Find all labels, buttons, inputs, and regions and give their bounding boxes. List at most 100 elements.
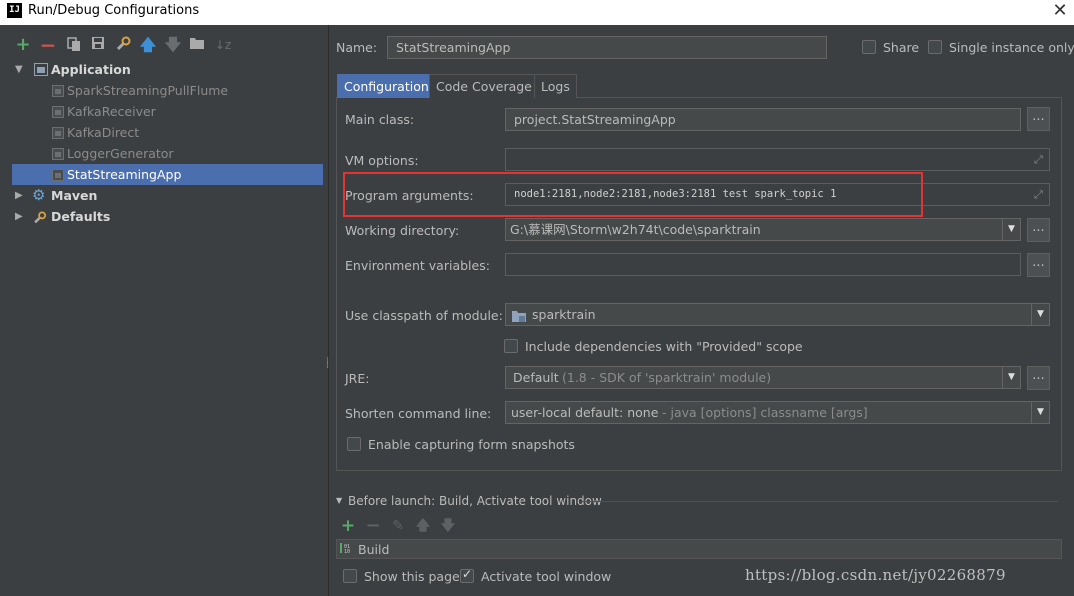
intellij-logo-icon: IJ — [7, 3, 22, 18]
tab-logs[interactable]: Logs — [534, 74, 577, 98]
wrench-icon[interactable] — [114, 36, 132, 54]
application-icon — [34, 63, 48, 76]
environment-variables-browse-button[interactable]: ... — [1027, 253, 1050, 277]
activate-tool-window-label: Activate tool window — [481, 569, 612, 584]
pencil-icon[interactable]: ✎ — [389, 517, 407, 535]
before-launch-separator — [580, 501, 1058, 502]
snapshots-label: Enable capturing form snapshots — [368, 437, 575, 452]
svg-text:10: 10 — [344, 549, 350, 554]
jre-combo[interactable]: Default (1.8 - SDK of 'sparktrain' modul… — [505, 366, 1021, 389]
title-bar: IJ Run/Debug Configurations ✕ — [0, 0, 1074, 25]
copy-icon[interactable] — [65, 36, 83, 54]
collapsed-arrow-icon[interactable]: ▶ — [15, 206, 23, 227]
plus-icon[interactable]: + — [339, 517, 357, 535]
tree-label-defaults: Defaults — [51, 209, 111, 224]
program-arguments-label: Program arguments: — [345, 188, 474, 203]
build-task-label[interactable]: Build — [358, 542, 389, 557]
shorten-value: user-local default: none — [511, 405, 659, 420]
working-directory-value: G:\慕课网\Storm\w2h74t\code\sparktrain — [510, 222, 761, 237]
classpath-module-label: Use classpath of module: — [345, 308, 503, 323]
name-input[interactable]: StatStreamingApp — [387, 36, 827, 59]
working-directory-browse-button[interactable]: ... — [1027, 218, 1050, 242]
tree-item-config[interactable]: KafkaDirect — [12, 122, 323, 143]
single-instance-label: Single instance only — [949, 40, 1074, 55]
tree-label-config: KafkaReceiver — [67, 104, 156, 119]
tree-item-defaults[interactable]: ▶ Defaults — [12, 206, 323, 227]
name-label: Name: — [336, 40, 378, 55]
vm-options-label: VM options: — [345, 153, 419, 168]
tree-label-config: StatStreamingApp — [67, 167, 182, 182]
arrow-down-icon[interactable]: 🡇 — [439, 517, 457, 535]
folder-icon[interactable] — [188, 36, 206, 54]
tab-code-coverage[interactable]: Code Coverage — [429, 74, 539, 98]
build-icon: 01 10 — [340, 542, 354, 558]
jre-browse-button[interactable]: ... — [1027, 366, 1050, 390]
jre-value-detail: (1.8 - SDK of 'sparktrain' module) — [562, 370, 772, 385]
expand-arrow-icon[interactable]: ▼ — [15, 59, 23, 80]
main-class-label: Main class: — [345, 112, 415, 127]
tree-item-config[interactable]: SparkStreamingPullFlume — [12, 80, 323, 101]
snapshots-checkbox[interactable] — [347, 437, 361, 451]
tab-configuration[interactable]: Configuration — [337, 74, 436, 98]
run-config-icon — [52, 127, 64, 139]
run-config-icon — [52, 106, 64, 118]
tree-item-config[interactable]: LoggerGenerator — [12, 143, 323, 164]
tree-item-maven[interactable]: ▶ ⚙ Maven — [12, 185, 323, 206]
before-launch-collapse-icon[interactable]: ▼ — [336, 496, 342, 505]
shorten-command-line-label: Shorten command line: — [345, 406, 492, 421]
before-launch-header[interactable]: Before launch: Build, Activate tool wind… — [348, 494, 602, 508]
before-launch-task-list — [336, 539, 1062, 559]
vm-options-input[interactable] — [505, 148, 1050, 171]
maven-gear-icon: ⚙ — [32, 186, 46, 204]
working-directory-combo[interactable]: G:\慕课网\Storm\w2h74t\code\sparktrain ▼ — [505, 218, 1021, 241]
jre-label: JRE: — [345, 371, 370, 386]
expand-icon[interactable]: ⤢ — [1034, 154, 1046, 166]
show-page-checkbox[interactable] — [343, 569, 357, 583]
classpath-module-combo[interactable]: sparktrain ▼ — [505, 303, 1050, 326]
main-class-input[interactable]: project.StatStreamingApp — [505, 108, 1021, 131]
shorten-value-detail: - java [options] classname [args] — [662, 405, 868, 420]
classpath-module-value: sparktrain — [532, 307, 596, 322]
run-config-icon — [52, 148, 64, 160]
sort-icon[interactable]: ↓z — [214, 36, 232, 54]
include-dependencies-checkbox[interactable] — [504, 339, 518, 353]
share-checkbox[interactable] — [862, 40, 876, 54]
environment-variables-input[interactable] — [505, 253, 1021, 276]
minus-icon[interactable]: − — [39, 35, 57, 55]
show-page-label: Show this page — [364, 569, 460, 584]
collapsed-arrow-icon[interactable]: ▶ — [15, 185, 23, 206]
single-instance-checkbox[interactable] — [928, 40, 942, 54]
jre-value: Default — [513, 370, 559, 385]
main-class-browse-button[interactable]: ... — [1027, 107, 1050, 131]
save-icon[interactable] — [89, 36, 107, 54]
run-config-icon — [52, 169, 64, 181]
program-arguments-input[interactable]: node1:2181,node2:2181,node3:2181 test sp… — [505, 183, 1050, 206]
activate-tool-window-checkbox[interactable] — [460, 567, 474, 583]
chevron-down-icon[interactable]: ▼ — [1031, 402, 1049, 423]
environment-variables-label: Environment variables: — [345, 258, 490, 273]
shorten-command-line-combo[interactable]: user-local default: none - java [options… — [505, 401, 1050, 424]
tree-item-config-selected[interactable]: StatStreamingApp — [12, 164, 323, 185]
chevron-down-icon[interactable]: ▼ — [1002, 219, 1020, 240]
include-dependencies-label: Include dependencies with "Provided" sco… — [525, 339, 803, 354]
tree-item-application[interactable]: ▼ Application — [12, 59, 323, 80]
module-folder-icon — [512, 308, 526, 325]
arrow-up-icon[interactable]: 🡅 — [414, 517, 432, 535]
working-directory-label: Working directory: — [345, 223, 460, 238]
watermark-url: https://blog.csdn.net/jy02268879 — [745, 566, 1006, 584]
tree-item-config[interactable]: KafkaReceiver — [12, 101, 323, 122]
chevron-down-icon[interactable]: ▼ — [1031, 304, 1049, 325]
chevron-down-icon[interactable]: ▼ — [1002, 367, 1020, 388]
tree-label-config: LoggerGenerator — [67, 146, 174, 161]
minus-icon[interactable]: − — [364, 517, 382, 535]
expand-icon[interactable]: ⤢ — [1034, 189, 1046, 201]
tree-label-config: SparkStreamingPullFlume — [67, 83, 229, 98]
tree-label-application: Application — [51, 62, 131, 77]
share-label: Share — [883, 40, 920, 55]
arrow-up-icon[interactable]: 🡅 — [139, 36, 157, 54]
close-icon[interactable]: ✕ — [1050, 1, 1070, 21]
arrow-down-icon[interactable]: 🡇 — [164, 36, 182, 54]
tree-label-config: KafkaDirect — [67, 125, 140, 140]
plus-icon[interactable]: + — [14, 36, 32, 54]
window-title: Run/Debug Configurations — [28, 3, 200, 18]
